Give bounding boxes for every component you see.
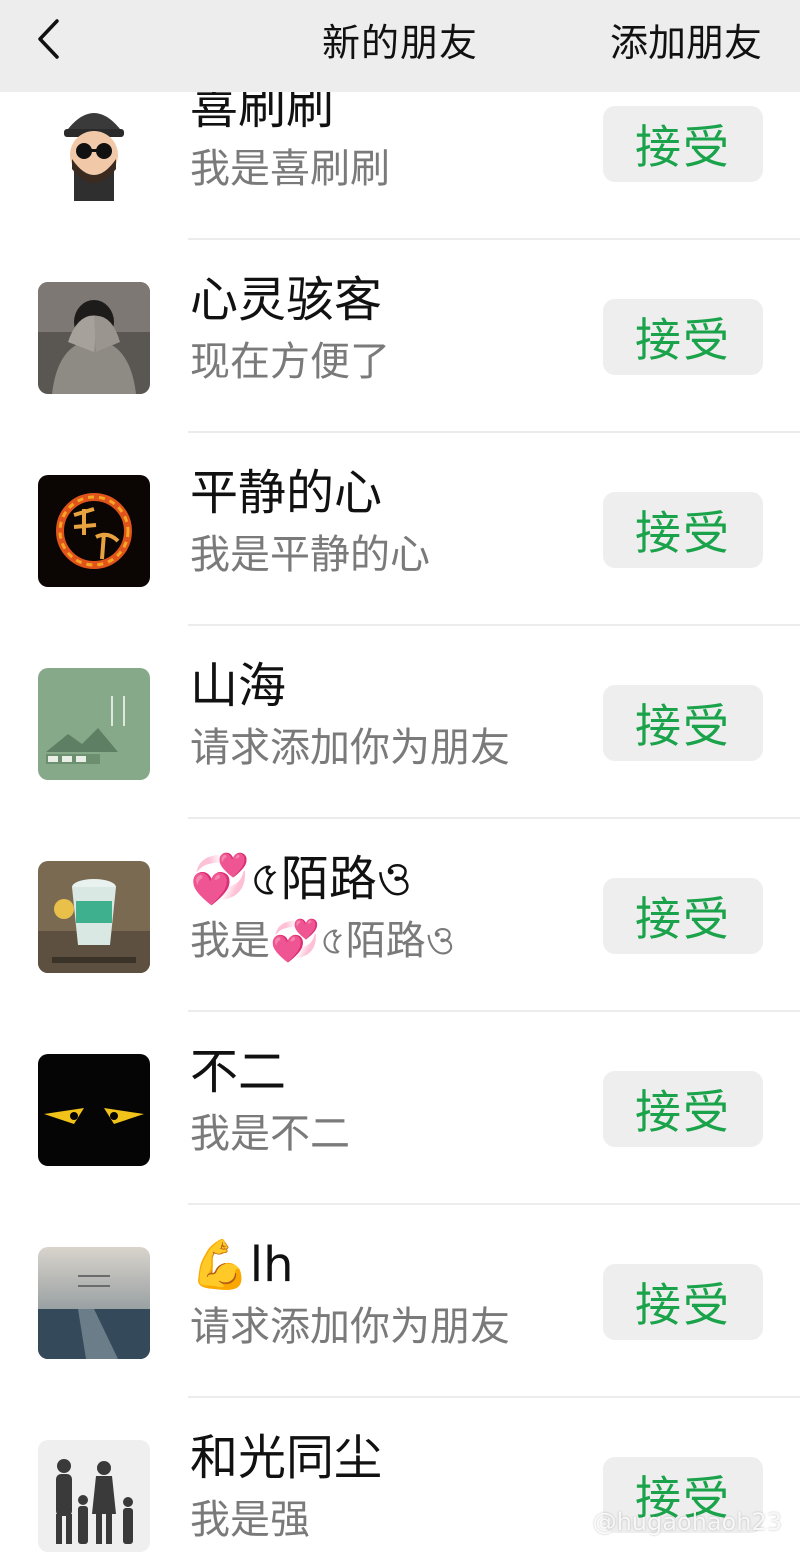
yellow-eyes-avatar-icon (38, 1054, 150, 1166)
avatar[interactable] (38, 1054, 150, 1166)
cartoon-man-avatar-icon (38, 89, 150, 201)
friend-request-row[interactable]: 平静的心 我是平静的心 接受 (0, 433, 800, 626)
avatar[interactable] (38, 668, 150, 780)
request-message: 现在方便了 (190, 339, 390, 385)
avatar[interactable] (38, 1440, 150, 1552)
friend-name: 不二 (190, 1044, 287, 1100)
accept-button[interactable]: 接受 (603, 299, 763, 375)
avatar[interactable] (38, 1247, 150, 1359)
request-message: 我是💞৫陌路ও (190, 918, 456, 964)
request-message: 请求添加你为朋友 (190, 725, 510, 771)
request-message: 我是不二 (190, 1111, 350, 1157)
watermark: @hugaohaoh23 (592, 1508, 782, 1536)
fire-ring-avatar-icon (38, 475, 150, 587)
avatar[interactable] (38, 282, 150, 394)
friend-name: 平静的心 (190, 465, 383, 521)
friend-name: 山海 (190, 658, 287, 714)
accept-button[interactable]: 接受 (603, 1264, 763, 1340)
friend-request-row[interactable]: 不二 我是不二 接受 (0, 1012, 800, 1205)
request-message: 我是平静的心 (190, 532, 430, 578)
accept-button[interactable]: 接受 (603, 878, 763, 954)
top-navigation-bar: 新的朋友 添加朋友 (0, 0, 800, 92)
friend-name: 心灵骇客 (190, 272, 383, 328)
accept-button[interactable]: 接受 (603, 1071, 763, 1147)
family-silhouette-avatar-icon (38, 1440, 150, 1552)
add-friend-button[interactable]: 添加朋友 (610, 0, 762, 78)
accept-button[interactable]: 接受 (603, 685, 763, 761)
cup-photo-avatar-icon (38, 861, 150, 973)
request-message: 我是喜刷刷 (190, 146, 390, 192)
avatar[interactable] (38, 475, 150, 587)
friend-name: 和光同尘 (190, 1430, 383, 1486)
friend-request-row[interactable]: 💞৫陌路ও 我是💞৫陌路ও 接受 (0, 819, 800, 1012)
person-photo-avatar-icon (38, 282, 150, 394)
sea-horizon-avatar-icon (38, 1247, 150, 1359)
accept-button[interactable]: 接受 (603, 492, 763, 568)
friend-request-row[interactable]: 心灵骇客 现在方便了 接受 (0, 240, 800, 433)
request-message: 我是强 (190, 1497, 310, 1543)
friend-name: 💪lh (190, 1237, 294, 1293)
avatar[interactable] (38, 861, 150, 973)
friend-name: 💞৫陌路ও (190, 851, 413, 907)
request-message: 请求添加你为朋友 (190, 1304, 510, 1350)
mountain-poster-avatar-icon (38, 668, 150, 780)
accept-button[interactable]: 接受 (603, 106, 763, 182)
avatar[interactable] (38, 89, 150, 201)
friend-request-row[interactable]: 山海 请求添加你为朋友 接受 (0, 626, 800, 819)
friend-request-row[interactable]: 💪lh 请求添加你为朋友 接受 (0, 1205, 800, 1398)
